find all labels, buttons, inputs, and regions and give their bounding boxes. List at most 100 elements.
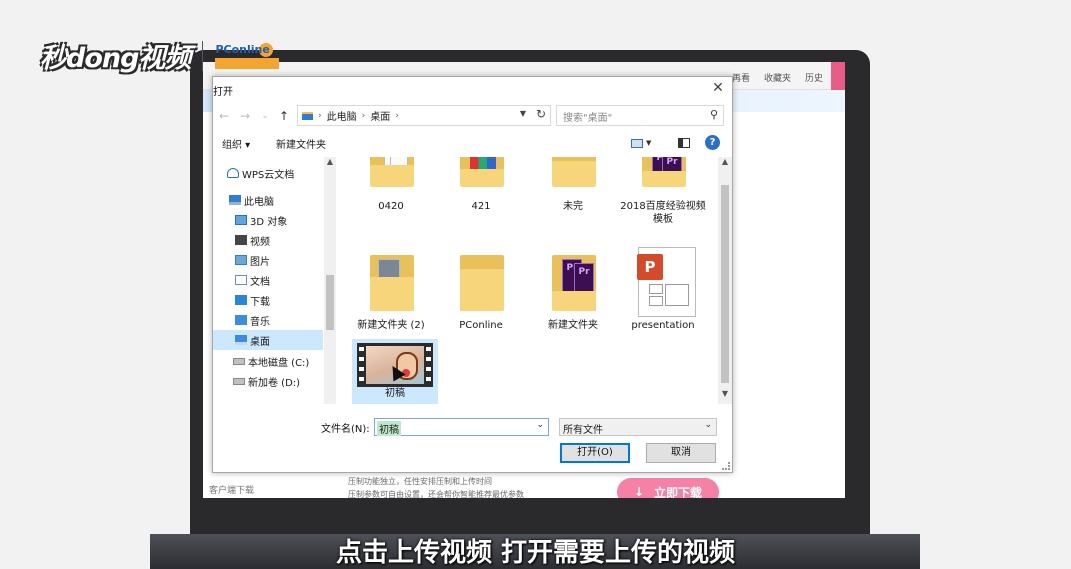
- forward-arrow-icon[interactable]: →: [237, 107, 253, 125]
- nav-item-label: 桌面: [250, 336, 270, 348]
- disk-icon: [233, 357, 245, 365]
- resize-grip-icon[interactable]: [722, 462, 730, 470]
- file-list: 0420 421 未完 Pr Pr 2018百度经验视频模板: [338, 157, 718, 404]
- nav-item-videos[interactable]: 视频: [235, 230, 338, 250]
- file-item-selected[interactable]: 初稿: [352, 339, 438, 404]
- address-row: ← → ⌄ ↑ › 此电脑 › 桌面 › ▼ ↻ 搜索"桌面" ⚲: [213, 105, 732, 127]
- chevron-down-icon[interactable]: ▼: [520, 109, 526, 118]
- feature-line: 压制参数可自由设置，还会帮你智能推荐最优参数: [348, 490, 524, 498]
- nav-scrollbar[interactable]: ▲: [324, 157, 336, 404]
- file-name: presentation: [631, 320, 695, 331]
- files-scrollbar[interactable]: ▲ ▼: [718, 157, 732, 404]
- chevron-right-icon[interactable]: ›: [318, 111, 322, 121]
- feature-line: 压制功能独立，任性安排压制和上传时间: [348, 477, 492, 486]
- file-item[interactable]: 新建文件夹 (2): [348, 247, 434, 337]
- client-download-text[interactable]: 客户端下载: [209, 483, 254, 496]
- nav-item-label: 新加卷 (D:): [248, 377, 301, 389]
- refresh-icon[interactable]: ↻: [536, 107, 546, 121]
- search-placeholder: 搜索"桌面": [563, 113, 613, 124]
- folder-icon: [302, 111, 313, 120]
- folder-icon: [370, 251, 414, 311]
- file-item[interactable]: 未完: [530, 157, 616, 217]
- nav-item-this-pc[interactable]: 此电脑: [229, 190, 338, 210]
- nav-item-label: 本地磁盘 (C:): [248, 357, 310, 369]
- dialog-title: 打开: [213, 87, 233, 98]
- file-name: 新建文件夹 (2): [357, 320, 425, 331]
- nav-item-local-disk-c[interactable]: 本地磁盘 (C:): [233, 351, 338, 371]
- chevron-down-icon[interactable]: ⌄: [536, 420, 544, 430]
- scroll-up-icon[interactable]: ▲: [324, 157, 336, 166]
- download-icon: [235, 295, 247, 305]
- dialog-toolbar: 组织 ▾ 新建文件夹 ▼ ?: [213, 132, 732, 154]
- file-item[interactable]: 0420: [348, 157, 434, 217]
- file-name: 421: [471, 201, 491, 212]
- browser-nav-item[interactable]: 再看: [732, 71, 750, 84]
- filetype-select[interactable]: 所有文件 ⌄: [559, 418, 717, 436]
- nav-item-music[interactable]: 音乐: [235, 310, 338, 330]
- file-item[interactable]: 421: [438, 157, 524, 217]
- breadcrumb-desktop[interactable]: 桌面: [370, 108, 390, 123]
- back-arrow-icon[interactable]: ←: [216, 107, 232, 125]
- scroll-up-icon[interactable]: ▲: [719, 157, 731, 166]
- pconline-logo-icon: PConline: [215, 41, 281, 71]
- filename-label: 文件名(N):: [321, 424, 370, 435]
- change-view-button[interactable]: ▼: [631, 135, 659, 151]
- search-input[interactable]: 搜索"桌面" ⚲: [556, 105, 724, 126]
- up-arrow-icon[interactable]: ↑: [276, 107, 292, 125]
- view-icon: [631, 138, 643, 148]
- nav-item-3d-objects[interactable]: 3D 对象: [235, 210, 338, 230]
- nav-item-pictures[interactable]: 图片: [235, 250, 338, 270]
- chevron-down-icon: ▼: [646, 139, 652, 147]
- file-name: 2018百度经验视频模板: [620, 201, 706, 225]
- file-name: PConline: [459, 320, 503, 331]
- nav-item-new-volume-d[interactable]: 新加卷 (D:): [233, 371, 338, 391]
- cancel-button[interactable]: 取消: [646, 443, 716, 463]
- close-icon[interactable]: ✕: [708, 79, 728, 97]
- nav-item-wps-cloud[interactable]: WPS云文档: [227, 163, 337, 183]
- chevron-right-icon[interactable]: ›: [362, 111, 366, 121]
- premiere-folder-icon: Pr Pr: [552, 251, 596, 311]
- disk-icon: [233, 377, 245, 385]
- scroll-thumb[interactable]: [721, 185, 729, 383]
- address-bar[interactable]: › 此电脑 › 桌面 › ▼ ↻: [297, 105, 551, 126]
- organize-menu[interactable]: 组织 ▾: [222, 136, 250, 151]
- file-item[interactable]: Pr Pr 新建文件夹: [530, 247, 616, 337]
- open-file-dialog: 打开 ✕ ← → ⌄ ↑ › 此电脑 › 桌面 › ▼ ↻ 搜索"桌面" ⚲ 组…: [212, 76, 733, 473]
- nav-item-label: 下载: [250, 296, 270, 308]
- scroll-down-icon[interactable]: ▼: [719, 389, 731, 398]
- breadcrumb-this-pc[interactable]: 此电脑: [327, 108, 357, 123]
- file-item[interactable]: P presentation: [620, 247, 706, 337]
- file-name: 未完: [563, 201, 583, 212]
- nav-item-downloads[interactable]: 下载: [235, 290, 338, 310]
- filename-input[interactable]: 初稿 ⌄: [374, 418, 549, 436]
- dialog-titlebar[interactable]: 打开 ✕: [213, 77, 732, 101]
- recent-chevron-icon[interactable]: ⌄: [257, 107, 273, 125]
- file-item[interactable]: PConline: [438, 247, 524, 337]
- open-button[interactable]: 打开(O): [560, 443, 630, 463]
- watermark-divider: [202, 40, 204, 71]
- file-name: 0420: [378, 201, 404, 212]
- download-now-button[interactable]: ↓ 立即下载: [617, 478, 719, 498]
- nav-item-label: 图片: [250, 256, 270, 268]
- preview-pane-icon[interactable]: [678, 138, 690, 148]
- scroll-thumb[interactable]: [326, 275, 334, 330]
- video-icon: [235, 235, 247, 245]
- new-folder-button[interactable]: 新建文件夹: [276, 136, 326, 151]
- nav-item-documents[interactable]: 文档: [235, 270, 338, 290]
- folder-icon: [370, 157, 414, 187]
- nav-item-desktop[interactable]: 桌面: [213, 330, 323, 350]
- premiere-folder-icon: Pr Pr: [642, 157, 686, 187]
- 3d-objects-icon: [235, 215, 247, 225]
- help-icon[interactable]: ?: [705, 135, 720, 150]
- search-icon[interactable]: ⚲: [710, 108, 718, 121]
- browser-nav-item[interactable]: 历史: [805, 71, 823, 84]
- nav-item-label: 3D 对象: [250, 216, 288, 228]
- nav-item-label: 此电脑: [244, 196, 274, 208]
- cloud-icon: [227, 168, 239, 178]
- chevron-right-icon[interactable]: ›: [395, 111, 399, 121]
- browser-nav-item[interactable]: 收藏夹: [764, 71, 791, 84]
- nav-item-label: WPS云文档: [242, 169, 295, 181]
- file-item[interactable]: Pr Pr 2018百度经验视频模板: [620, 157, 706, 225]
- navigation-pane: WPS云文档 此电脑 3D 对象 视频 图片 文档 下载 音乐 桌面 本地磁盘 …: [213, 157, 338, 404]
- feature-text: 压制功能独立，任性安排压制和上传时间 压制参数可自由设置，还会帮你智能推荐最优参…: [348, 475, 524, 498]
